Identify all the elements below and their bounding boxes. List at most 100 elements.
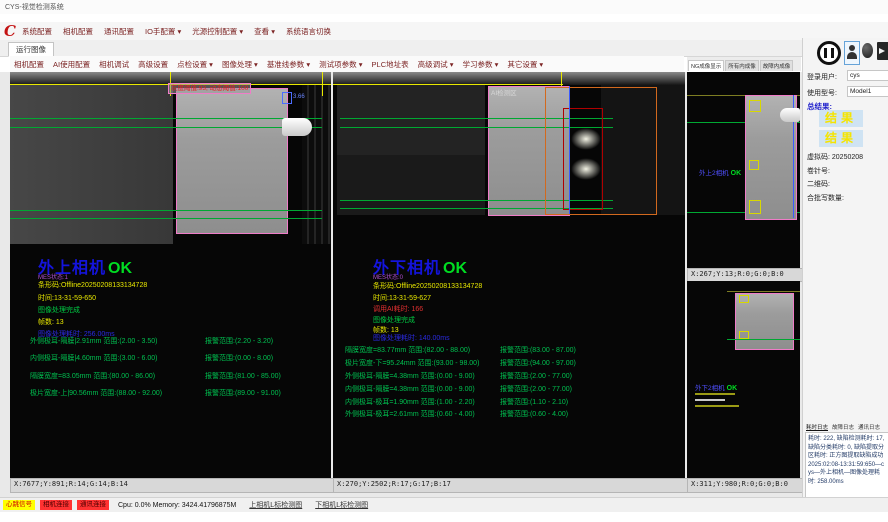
defect-marker — [739, 295, 749, 303]
menu-item[interactable]: 光源控制配置 ▾ — [192, 26, 243, 37]
menu-items: 系统配置相机配置通讯配置 IO手配置 ▾ 光源控制配置 ▾ 查看 ▾ 系统语言切换 — [22, 22, 331, 40]
exit-icon[interactable] — [877, 42, 888, 60]
edge-line-blue — [569, 86, 570, 214]
measurement-alarm: 报警范围:(0.00 - 8.00) — [205, 353, 273, 363]
measurement-alarm: 报警范围:(2.00 - 77.00) — [500, 371, 572, 381]
reel-number-label: 卷针号: — [807, 166, 830, 176]
toolbar-item[interactable]: 相机配置 — [14, 59, 44, 70]
camera-name: 外上2相机 — [699, 170, 729, 177]
toolbar-item[interactable]: 基准线参数 ▾ — [267, 59, 310, 70]
model-field[interactable]: Model1 — [847, 86, 888, 97]
measurement-list: 隔膜宽度=83.77mm 范围:(82.00 - 88.00)报警范围:(83.… — [345, 345, 675, 422]
user-icon[interactable] — [844, 41, 860, 65]
toolbar-item[interactable]: 高级设置 — [138, 59, 168, 70]
pause-icon[interactable] — [817, 41, 841, 65]
toolbar-item[interactable]: 点检设置 ▾ — [177, 59, 213, 70]
left-camera-view[interactable]: 灰度阈值:93, 动态阈值:100 3.66 外上相机OK MES状态:1 条形… — [10, 72, 331, 478]
yellow-guide-line — [333, 84, 563, 85]
comm-connection-badge: 通讯连接 — [77, 500, 109, 510]
log-body[interactable]: 耗时: 222, 缺陷检测耗时: 17, 缺陷分类耗时: 0, 缺陷提取分区耗时… — [805, 432, 888, 498]
defect-marker — [749, 160, 759, 170]
baseline-green — [10, 218, 322, 219]
process-done-text: 图像处理完成 — [373, 315, 415, 325]
right-bottom-view-statusbar: X:311;Y:980;R:0;G:0;B:0 — [687, 478, 808, 493]
measurement-alarm: 报警范围:(2.00 - 77.00) — [500, 384, 572, 394]
measurement-alarm: 报警范围:(2.20 - 3.20) — [205, 336, 273, 346]
measurement-row: 极片宽度-上|90.56mm 范围:(88.00 - 92.00)报警范围:(8… — [30, 388, 325, 405]
log-tab[interactable]: 耗时日志 — [806, 423, 828, 431]
result-box-lower: 结果 — [819, 130, 863, 147]
measure-marker-value: 3.66 — [293, 94, 305, 100]
result-ok: OK — [108, 260, 132, 277]
time-text: 时间:13-31-59-627 — [373, 293, 431, 303]
result-ok: OK — [731, 170, 742, 177]
middle-camera-view[interactable]: AI检测区 外下相机OK MES状态:0 条形码:Offline20250208… — [333, 72, 685, 478]
small-view-tabs: NG成像显示所有内成像故障内成像 — [687, 57, 801, 71]
cell-region-outline — [176, 88, 288, 234]
cursor-coords: X:267;Y:13;R:0;G:0;B:0 — [691, 270, 784, 278]
measurement-text: 外侧极耳-隔膜=4.38mm 范围:(0.00 - 9.00) — [345, 371, 500, 381]
measurement-text: 内侧极耳-极耳=1.90mm 范围:(1.00 - 2.20) — [345, 397, 500, 407]
small-view-tab[interactable]: 所有内成像 — [725, 60, 759, 71]
right-bottom-camera-view[interactable]: 外下2相机OK — [687, 281, 800, 478]
upper-camera-image-link[interactable]: 上相机L标检测图 — [249, 500, 302, 510]
toolbar-item[interactable]: 测试项参数 ▾ — [319, 59, 362, 70]
baseline-green — [10, 118, 322, 119]
log-tab[interactable]: 通讯日志 — [858, 423, 880, 431]
measurement-row: 内侧极耳-极耳=1.90mm 范围:(1.00 - 2.20)报警范围:(1.1… — [345, 397, 675, 410]
lower-camera-image-link[interactable]: 下相机L标检测图 — [315, 500, 368, 510]
menu-item[interactable]: 系统语言切换 — [286, 26, 331, 37]
menu-item[interactable]: 通讯配置 — [104, 26, 134, 37]
status-bar: 心跳信号 相机连接 通讯连接 Cpu: 0.0% Memory: 3424.41… — [0, 497, 888, 512]
menu-bar: C 系统配置相机配置通讯配置IO手配置 ▾光源控制配置 ▾查看 ▾系统语言切换 — [0, 22, 888, 41]
app-window: CYS-视觉检测系统 C 系统配置相机配置通讯配置IO手配置 ▾光源控制配置 ▾… — [0, 0, 888, 522]
barcode-text: 条形码:Offline20250208133134728 — [373, 281, 482, 291]
machine-surface — [10, 85, 173, 244]
measurement-alarm: 报警范围:(1.10 - 2.10) — [500, 397, 568, 407]
tab-run-image[interactable]: 运行图像 — [8, 42, 54, 57]
barcode-text: 条形码:Offline20250208133134728 — [38, 280, 147, 290]
toolbar-item[interactable]: AI使用配置 — [53, 59, 90, 70]
lock-icon[interactable] — [862, 43, 873, 58]
middle-view-statusbar: X:270;Y:2502;R:17;G:17;B:17 — [333, 478, 693, 493]
view-tab-row: 运行图像 — [0, 40, 888, 57]
login-user-field[interactable]: cys — [847, 70, 888, 81]
model-label: 使用型号: — [807, 88, 837, 98]
toolbar-item[interactable]: 相机调试 — [99, 59, 129, 70]
measurement-row: 极片宽度-下=95.24mm 范围:(93.00 - 98.00)报警范围:(9… — [345, 358, 675, 371]
measurement-text: 极片宽度-下=95.24mm 范围:(93.00 - 98.00) — [345, 358, 500, 368]
toolbar-item[interactable]: PLC地址表 — [372, 59, 409, 70]
window-title: CYS-视觉检测系统 — [5, 2, 64, 12]
camera-name: 外下2相机 — [695, 385, 725, 392]
toolbar-item[interactable]: 其它设置 ▾ — [507, 59, 543, 70]
log-line-mark — [695, 405, 739, 407]
defect-marker — [739, 331, 749, 339]
process-done-text: 图像处理完成 — [38, 305, 80, 315]
small-view-tab[interactable]: NG成像显示 — [688, 60, 724, 71]
title-bar: CYS-视觉检测系统 — [0, 0, 888, 14]
nozzle — [282, 118, 312, 136]
menu-item[interactable]: 系统配置 — [22, 26, 52, 37]
toolbar-item[interactable]: 图像处理 ▾ — [222, 59, 258, 70]
baseline-green — [727, 339, 800, 340]
threshold-label: 灰度阈值:93, 动态阈值:100 — [168, 83, 251, 94]
olive-guide-line — [727, 291, 800, 292]
measurement-list: 外侧极耳-隔膜|2.91mm 范围:(2.00 - 3.50)报警范围:(2.2… — [30, 336, 325, 406]
measurement-text: 内侧极耳-隔膜|4.60mm 范围:(3.00 - 6.00) — [30, 353, 205, 363]
weld-glow — [571, 128, 601, 150]
toolbar-item[interactable]: 高级调试 ▾ — [418, 59, 454, 70]
log-tab[interactable]: 故障日志 — [832, 423, 854, 431]
menu-item[interactable]: 查看 ▾ — [254, 26, 275, 37]
log-line-mark — [695, 399, 725, 401]
measurement-row: 外侧极耳-隔膜=4.38mm 范围:(0.00 - 9.00)报警范围:(2.0… — [345, 371, 675, 384]
right-top-camera-view[interactable]: 外上2相机OK — [687, 72, 800, 268]
left-view-statusbar: X:7677;Y:891;R:14;G:14;B:14 — [10, 478, 339, 493]
menu-item[interactable]: 相机配置 — [63, 26, 93, 37]
menu-item[interactable]: IO手配置 ▾ — [145, 26, 181, 37]
yellow-guide-line — [322, 72, 323, 96]
small-view-tab[interactable]: 故障内成像 — [760, 60, 794, 71]
time-text: 时间:13-31-59-650 — [38, 293, 96, 303]
log-tabs: 耗时日志故障日志通讯日志 — [806, 423, 880, 431]
ai-region-label: AI检测区 — [491, 87, 517, 97]
toolbar-item[interactable]: 学习参数 ▾ — [462, 59, 498, 70]
